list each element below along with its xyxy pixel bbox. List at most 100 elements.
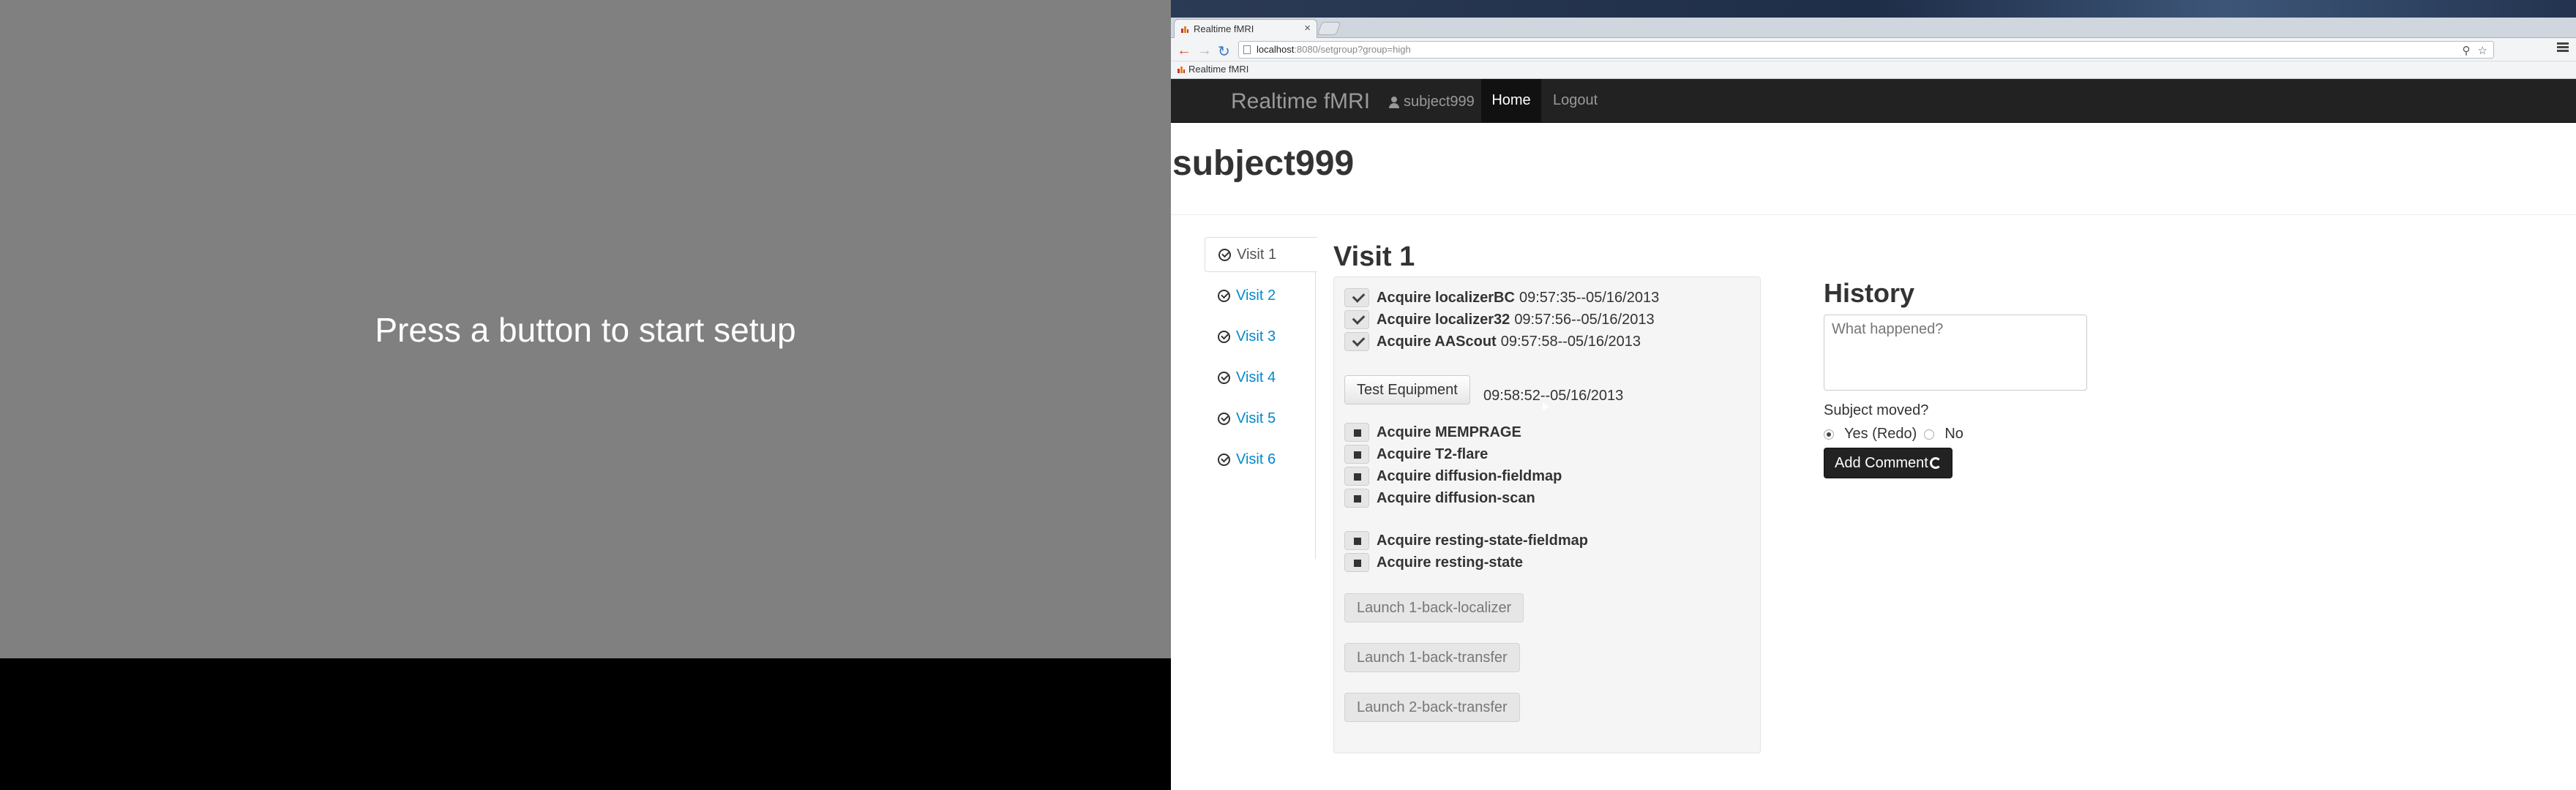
stop-icon[interactable] (1344, 467, 1369, 486)
bookmark-label: Realtime fMRI (1188, 64, 1249, 75)
step-timestamp: 09:57:35--05/16/2013 (1519, 289, 1660, 306)
stop-icon[interactable] (1344, 489, 1369, 508)
ok-circle-icon (1218, 289, 1230, 302)
address-bar[interactable]: localhost:8080/setgroup?group=high ⚲ ☆ (1238, 41, 2494, 59)
favicon-icon (1181, 26, 1188, 33)
check-icon[interactable] (1344, 332, 1369, 351)
stimulus-message: Press a button to start setup (375, 311, 796, 349)
step-name: Acquire diffusion-fieldmap (1377, 467, 1562, 484)
step-row: Acquire diffusion-fieldmap (1344, 466, 1562, 486)
page-icon (1243, 45, 1251, 54)
visit-steps-panel: Acquire localizerBC 09:57:35--05/16/2013… (1333, 276, 1761, 753)
test-equipment-timestamp: 09:58:52--05/16/2013 (1483, 388, 1624, 404)
step-row: Acquire MEMPRAGE (1344, 422, 1521, 443)
star-icon[interactable]: ☆ (2478, 45, 2487, 57)
step-name: Acquire localizer32 (1377, 311, 1510, 328)
bookmarks-bar: Realtime fMRI (1171, 61, 2576, 79)
history-title: History (1824, 278, 1915, 308)
url-host: localhost (1257, 44, 1295, 55)
step-row: Acquire localizerBC 09:57:35--05/16/2013 (1344, 287, 1659, 308)
tab-title: Realtime fMRI (1194, 23, 1254, 34)
stimulus-screen: Press a button to start setup (0, 0, 1171, 790)
reload-icon[interactable]: ↻ (1218, 42, 1230, 61)
subject-moved-options: Yes (Redo) No (1824, 426, 1971, 443)
radio-yes-redo[interactable] (1824, 429, 1834, 440)
brand-link[interactable]: Realtime fMRI (1231, 89, 1370, 114)
user-name: subject999 (1404, 94, 1475, 110)
visit-label: Visit 2 (1236, 287, 1276, 304)
user-indicator: subject999 (1389, 94, 1475, 110)
stop-icon[interactable] (1344, 531, 1369, 550)
step-row: Acquire T2-flare (1344, 444, 1488, 464)
step-name: Acquire localizerBC (1377, 289, 1515, 306)
visit-tabs: Visit 1 Visit 2 Visit 3 Visit 4 Visit 5 … (1205, 237, 1317, 559)
page-title: subject999 (1172, 144, 1355, 183)
step-name: Acquire diffusion-scan (1377, 489, 1535, 506)
radio-no[interactable] (1924, 429, 1935, 440)
tab-bar: Realtime fMRI × (1171, 18, 2576, 38)
url-path: :8080/setgroup?group=high (1294, 44, 1411, 55)
step-name: Acquire MEMPRAGE (1377, 424, 1521, 440)
launch-1-back-localizer-button[interactable]: Launch 1-back-localizer (1344, 593, 1524, 622)
tab-visit-6[interactable]: Visit 6 (1205, 442, 1317, 477)
step-name: Acquire T2-flare (1377, 445, 1489, 462)
launch-2-back-transfer-button[interactable]: Launch 2-back-transfer (1344, 693, 1520, 722)
nav-logout[interactable]: Logout (1553, 79, 1598, 123)
step-row: Acquire diffusion-scan (1344, 488, 1535, 508)
stop-icon[interactable] (1344, 553, 1369, 572)
visit-label: Visit 1 (1237, 246, 1277, 263)
ok-circle-icon (1218, 453, 1230, 466)
step-timestamp: 09:57:58--05/16/2013 (1500, 333, 1641, 350)
visit-title: Visit 1 (1333, 241, 1415, 272)
user-icon (1389, 96, 1399, 108)
tab-visit-2[interactable]: Visit 2 (1205, 278, 1317, 313)
step-row: Acquire resting-state-fieldmap (1344, 530, 1588, 551)
bookmark-item[interactable]: Realtime fMRI (1177, 64, 1248, 75)
visit-label: Visit 3 (1236, 328, 1276, 345)
page-header: subject999 (1171, 123, 2576, 215)
test-equipment-button[interactable]: Test Equipment (1344, 375, 1470, 405)
tab-visit-5[interactable]: Visit 5 (1205, 401, 1317, 436)
visit-label: Visit 4 (1236, 369, 1276, 385)
add-comment-label: Add Comment (1835, 454, 1928, 471)
tab-visit-3[interactable]: Visit 3 (1205, 319, 1317, 354)
desktop-background (1171, 0, 2576, 18)
stop-icon[interactable] (1344, 445, 1369, 464)
tab-visit-4[interactable]: Visit 4 (1205, 360, 1317, 395)
browser-tab[interactable]: Realtime fMRI × (1174, 19, 1317, 38)
ok-circle-icon (1218, 371, 1230, 384)
subject-moved-label: Subject moved? (1824, 402, 1929, 418)
visit-label: Visit 5 (1236, 410, 1276, 426)
step-name: Acquire resting-state-fieldmap (1377, 532, 1588, 549)
launch-1-back-transfer-button[interactable]: Launch 1-back-transfer (1344, 643, 1520, 672)
ok-circle-icon (1218, 330, 1230, 343)
step-row: Acquire AAScout 09:57:58--05/16/2013 (1344, 331, 1641, 352)
step-row: Acquire localizer32 09:57:56--05/16/2013 (1344, 309, 1655, 330)
step-timestamp: 09:57:56--05/16/2013 (1514, 311, 1655, 328)
nav-home[interactable]: Home (1481, 79, 1541, 123)
check-icon[interactable] (1344, 288, 1369, 307)
check-icon[interactable] (1344, 310, 1369, 329)
menu-icon[interactable] (2557, 42, 2569, 53)
radio-yes-label: Yes (Redo) (1844, 426, 1917, 442)
visit-label: Visit 6 (1236, 451, 1276, 467)
stop-icon[interactable] (1344, 423, 1369, 442)
tab-visit-1[interactable]: Visit 1 (1205, 237, 1317, 272)
radio-no-label: No (1944, 426, 1963, 442)
stimulus-area: Press a button to start setup (0, 0, 1171, 658)
step-row: Acquire resting-state (1344, 552, 1523, 573)
page-content: Realtime fMRI subject999 Home Logout sub… (1171, 79, 2576, 790)
back-arrow-icon[interactable]: ← (1177, 42, 1191, 59)
bookmark-favicon-icon (1177, 67, 1185, 73)
forward-arrow-icon[interactable]: → (1197, 42, 1212, 59)
add-comment-button[interactable]: Add Comment (1824, 448, 1952, 478)
browser-toolbar: ← → ↻ localhost:8080/setgroup?group=high… (1171, 38, 2576, 61)
step-name: Acquire resting-state (1377, 554, 1524, 571)
new-tab-button[interactable] (1317, 22, 1341, 35)
tab-close-icon[interactable]: × (1304, 22, 1311, 34)
address-bar-actions: ⚲ ☆ (2455, 43, 2487, 59)
search-icon[interactable]: ⚲ (2463, 45, 2471, 57)
history-comment-input[interactable] (1824, 315, 2087, 391)
browser-window: Realtime fMRI × ← → ↻ localhost:8080/set… (1171, 0, 2576, 790)
mouse-cursor-icon (1543, 402, 1549, 411)
